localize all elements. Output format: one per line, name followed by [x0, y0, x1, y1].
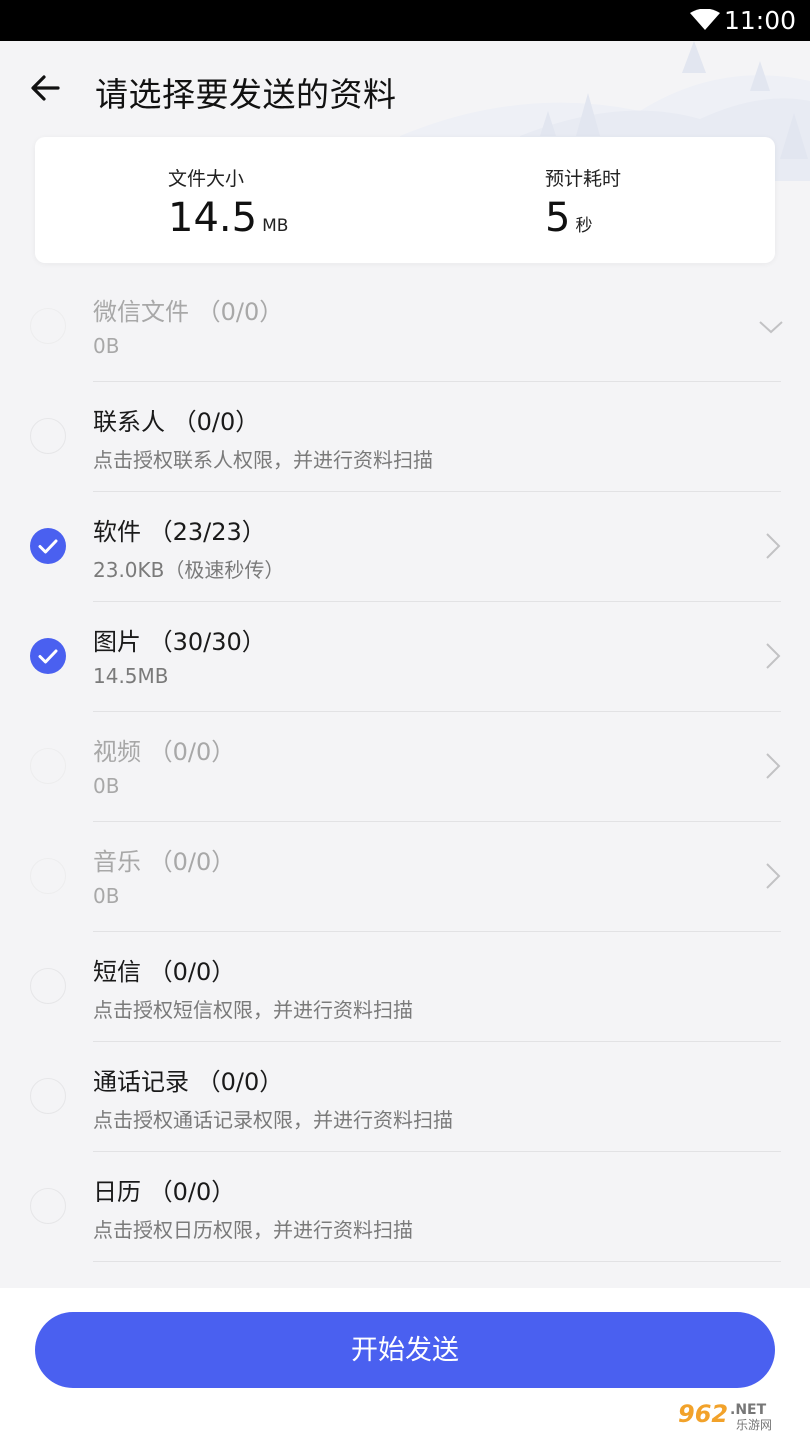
- estimated-time-label: 预计耗时: [545, 168, 622, 190]
- estimated-time-value: 5: [545, 195, 571, 241]
- item-title: 微信文件 （0/0）: [93, 298, 284, 326]
- checkbox[interactable]: [30, 858, 66, 894]
- checkbox-checked[interactable]: [30, 528, 66, 564]
- item-title: 日历 （0/0）: [93, 1178, 236, 1206]
- checkmark-icon: [38, 539, 58, 554]
- chevron-down-icon[interactable]: [758, 314, 784, 340]
- item-subtitle: 14.5MB: [93, 664, 169, 688]
- watermark-logo: 962 .NET 乐游网: [672, 1396, 804, 1432]
- chevron-right-icon[interactable]: [764, 862, 782, 890]
- estimated-time-unit: 秒: [575, 216, 593, 236]
- list-item-contacts[interactable]: 联系人 （0/0） 点击授权联系人权限，并进行资料扫描: [0, 382, 810, 492]
- item-subtitle: 点击授权联系人权限，并进行资料扫描: [93, 448, 433, 472]
- item-title: 软件 （23/23）: [93, 518, 266, 546]
- checkbox[interactable]: [30, 308, 66, 344]
- item-title: 图片 （30/30）: [93, 628, 266, 656]
- list-item-photos[interactable]: 图片 （30/30） 14.5MB: [0, 602, 810, 712]
- svg-text:962: 962: [678, 1400, 728, 1428]
- item-subtitle: 点击授权通话记录权限，并进行资料扫描: [93, 1108, 453, 1132]
- item-title: 通话记录 （0/0）: [93, 1068, 284, 1096]
- checkbox[interactable]: [30, 1078, 66, 1114]
- wifi-icon: [690, 9, 720, 30]
- list-item-calendar[interactable]: 日历 （0/0） 点击授权日历权限，并进行资料扫描: [0, 1152, 810, 1262]
- checkbox[interactable]: [30, 418, 66, 454]
- item-subtitle: 0B: [93, 884, 120, 908]
- list-item-apps[interactable]: 软件 （23/23） 23.0KB（极速秒传）: [0, 492, 810, 602]
- data-category-list: 微信文件 （0/0） 0B 联系人 （0/0） 点击授权联系人权限，并进行资料扫…: [0, 272, 810, 1262]
- list-item-sms[interactable]: 短信 （0/0） 点击授权短信权限，并进行资料扫描: [0, 932, 810, 1042]
- checkbox[interactable]: [30, 748, 66, 784]
- item-subtitle: 0B: [93, 334, 120, 358]
- chevron-right-icon[interactable]: [764, 532, 782, 560]
- list-item-wechat-files[interactable]: 微信文件 （0/0） 0B: [0, 272, 810, 382]
- list-item-call-log[interactable]: 通话记录 （0/0） 点击授权通话记录权限，并进行资料扫描: [0, 1042, 810, 1152]
- start-send-button[interactable]: 开始发送: [35, 1312, 775, 1388]
- svg-text:乐游网: 乐游网: [736, 1418, 772, 1432]
- list-item-music[interactable]: 音乐 （0/0） 0B: [0, 822, 810, 932]
- file-size-unit: MB: [262, 216, 289, 236]
- svg-text:.NET: .NET: [730, 1402, 767, 1418]
- estimated-time-block: 预计耗时 5秒: [545, 164, 621, 241]
- item-subtitle: 23.0KB（极速秒传）: [93, 558, 285, 582]
- item-title: 短信 （0/0）: [93, 958, 236, 986]
- summary-card: 文件大小 14.5 MB 预计耗时 5秒: [35, 137, 775, 263]
- page-title: 请选择要发送的资料: [95, 75, 397, 114]
- item-title: 视频 （0/0）: [93, 738, 236, 766]
- divider: [93, 1261, 781, 1262]
- chevron-right-icon[interactable]: [764, 752, 782, 780]
- back-arrow-icon[interactable]: [28, 70, 64, 106]
- item-title: 联系人 （0/0）: [93, 408, 260, 436]
- checkbox[interactable]: [30, 968, 66, 1004]
- file-size-value: 14.5: [168, 195, 258, 241]
- checkbox-checked[interactable]: [30, 638, 66, 674]
- file-size-block: 文件大小 14.5 MB: [168, 164, 288, 241]
- checkbox[interactable]: [30, 1188, 66, 1224]
- item-subtitle: 0B: [93, 774, 120, 798]
- item-title: 音乐 （0/0）: [93, 848, 236, 876]
- status-time: 11:00: [723, 6, 796, 35]
- chevron-right-icon[interactable]: [764, 642, 782, 670]
- list-item-videos[interactable]: 视频 （0/0） 0B: [0, 712, 810, 822]
- checkmark-icon: [38, 649, 58, 664]
- file-size-label: 文件大小: [168, 168, 245, 190]
- status-bar: 11:00: [0, 0, 810, 41]
- item-subtitle: 点击授权短信权限，并进行资料扫描: [93, 998, 413, 1022]
- item-subtitle: 点击授权日历权限，并进行资料扫描: [93, 1218, 413, 1242]
